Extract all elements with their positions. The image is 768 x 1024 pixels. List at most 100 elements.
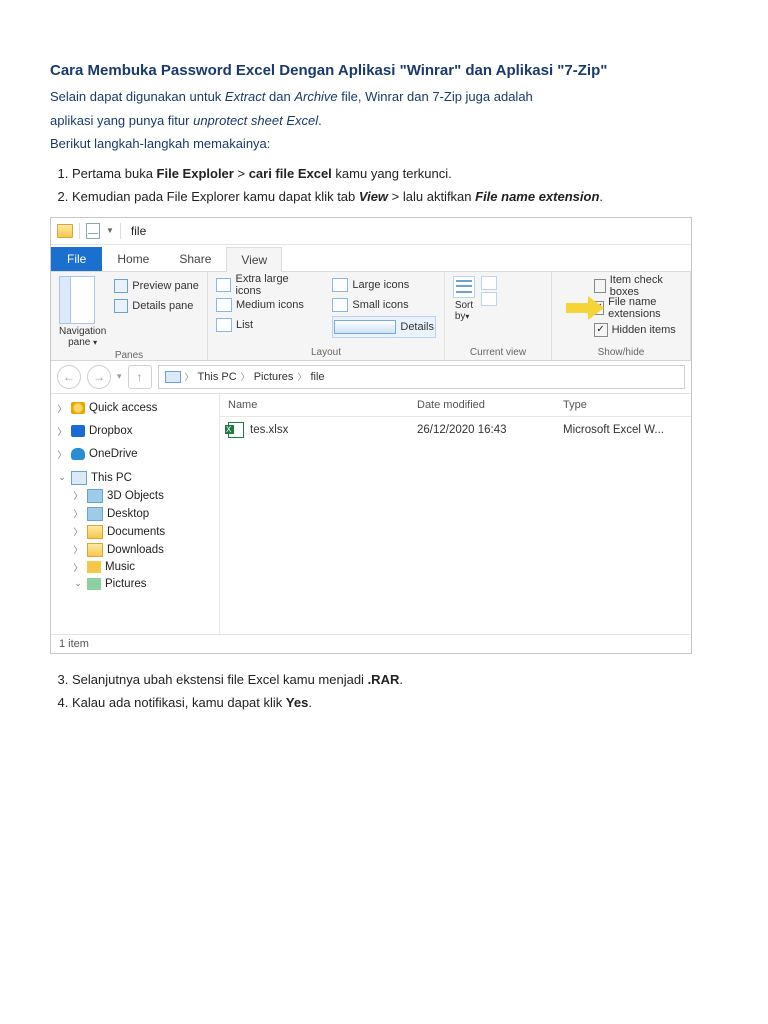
- qat-separator: [120, 223, 121, 239]
- step-text: Selanjutnya ubah ekstensi file Excel kam…: [72, 672, 368, 687]
- group-label: Panes: [59, 350, 199, 361]
- sidebar-item-music[interactable]: 〉Music: [55, 559, 215, 576]
- size-columns-icon: [481, 292, 497, 306]
- sidebar-item-onedrive[interactable]: 〉OneDrive: [55, 446, 215, 463]
- preview-pane-button[interactable]: Preview pane: [114, 276, 199, 296]
- layout-details[interactable]: Details: [332, 316, 436, 338]
- sidebar-item-label: Quick access: [89, 402, 157, 414]
- sidebar-item-downloads[interactable]: 〉Downloads: [55, 541, 215, 559]
- column-date[interactable]: Date modified: [409, 394, 555, 416]
- layout-small[interactable]: Small icons: [332, 296, 436, 314]
- dropbox-icon: [71, 425, 85, 437]
- intro-italic: unprotect sheet Excel: [193, 113, 318, 128]
- window-titlebar: ▼ file: [51, 218, 691, 245]
- up-button[interactable]: ↑: [128, 365, 152, 389]
- breadcrumb[interactable]: This PC: [198, 371, 237, 383]
- layout-extra-large[interactable]: Extra large icons: [216, 276, 314, 294]
- opt-label: Small icons: [352, 299, 408, 311]
- step-text: .: [308, 695, 312, 710]
- step-text: Kalau ada notifikasi, kamu dapat klik: [72, 695, 286, 710]
- intro-text: Selain dapat digunakan untuk: [50, 89, 225, 104]
- tab-view[interactable]: View: [226, 247, 282, 272]
- intro-line-1: Selain dapat digunakan untuk Extract dan…: [50, 87, 718, 107]
- step-4: Kalau ada notifikasi, kamu dapat klik Ye…: [72, 693, 718, 713]
- layout-icon: [332, 298, 348, 312]
- forward-button[interactable]: →: [87, 365, 111, 389]
- navigation-sidebar: 〉Quick access 〉Dropbox 〉OneDrive ⌄This P…: [51, 394, 220, 634]
- pc-icon: [71, 471, 87, 485]
- sidebar-item-label: Desktop: [107, 508, 149, 520]
- preview-pane-icon: [114, 279, 128, 293]
- layout-icon: [216, 298, 232, 312]
- layout-large[interactable]: Large icons: [332, 276, 436, 294]
- group-label: Layout: [216, 347, 436, 358]
- step-text: kamu yang terkunci.: [332, 166, 452, 181]
- details-pane-icon: [114, 299, 128, 313]
- step-2: Kemudian pada File Explorer kamu dapat k…: [72, 187, 718, 207]
- step-text: .: [599, 189, 603, 204]
- navigation-pane-icon: [59, 276, 95, 324]
- properties-icon[interactable]: [86, 223, 100, 239]
- chevron-right-icon: 〉: [241, 370, 250, 383]
- sidebar-item-this-pc[interactable]: ⌄This PC: [55, 469, 215, 487]
- sidebar-item-pictures[interactable]: ⌄Pictures: [55, 576, 215, 592]
- sidebar-item-label: Dropbox: [89, 425, 132, 437]
- group-label: Show/hide: [560, 347, 682, 358]
- file-list: Name Date modified Type tes.xlsx 26/12/2…: [220, 394, 691, 634]
- column-name[interactable]: Name: [220, 394, 409, 416]
- opt-label: Details: [400, 321, 434, 333]
- hidden-items-toggle[interactable]: Hidden items: [594, 320, 682, 340]
- intro-italic: Archive: [294, 89, 337, 104]
- desktop-icon: [87, 507, 103, 521]
- step-text: >: [234, 166, 249, 181]
- intro-text: file, Winrar dan 7-Zip juga adalah: [338, 89, 533, 104]
- group-layout: Extra large icons Large icons Medium ico…: [208, 272, 445, 360]
- recent-dropdown-icon[interactable]: ▾: [117, 371, 122, 382]
- sort-icon: [453, 276, 475, 298]
- step-bold: File Exploler: [157, 166, 234, 181]
- column-type[interactable]: Type: [555, 394, 691, 416]
- sidebar-item-documents[interactable]: 〉Documents: [55, 523, 215, 541]
- intro-text: .: [318, 113, 322, 128]
- item-checkboxes-toggle[interactable]: Item check boxes: [594, 276, 682, 296]
- sidebar-item-quick-access[interactable]: 〉Quick access: [55, 400, 215, 417]
- star-icon: [71, 402, 85, 414]
- sidebar-item-label: Pictures: [105, 578, 147, 590]
- onedrive-icon: [71, 448, 85, 460]
- step-bold: File name extension: [475, 189, 599, 204]
- intro-line-3: Berikut langkah-langkah memakainya:: [50, 134, 718, 154]
- sidebar-item-label: This PC: [91, 472, 132, 484]
- excel-file-icon: [228, 422, 244, 438]
- qat-dropdown-icon[interactable]: ▼: [106, 226, 114, 235]
- tab-share[interactable]: Share: [164, 246, 226, 271]
- sidebar-item-dropbox[interactable]: 〉Dropbox: [55, 423, 215, 440]
- details-pane-button[interactable]: Details pane: [114, 296, 199, 316]
- column-headers: Name Date modified Type: [220, 394, 691, 417]
- tab-file[interactable]: File: [51, 247, 102, 271]
- tab-home[interactable]: Home: [102, 246, 164, 271]
- layout-medium[interactable]: Medium icons: [216, 296, 314, 314]
- layout-list[interactable]: List: [216, 316, 314, 334]
- group-show-hide: Item check boxes File name extensions Hi…: [552, 272, 691, 360]
- step-1: Pertama buka File Exploler > cari file E…: [72, 164, 718, 184]
- btn-label: Preview pane: [132, 280, 199, 292]
- btn-label: by: [455, 311, 466, 322]
- file-type: Microsoft Excel W...: [555, 419, 691, 441]
- opt-label: Hidden items: [612, 324, 676, 336]
- column-buttons[interactable]: [481, 276, 497, 306]
- folder-icon: [57, 224, 73, 238]
- pictures-icon: [87, 578, 101, 590]
- sidebar-item-3d-objects[interactable]: 〉3D Objects: [55, 487, 215, 505]
- breadcrumb[interactable]: file: [310, 371, 324, 383]
- ribbon-tabs: File Home Share View: [51, 245, 691, 272]
- file-name-extensions-toggle[interactable]: File name extensions: [594, 298, 682, 318]
- breadcrumb[interactable]: Pictures: [254, 371, 294, 383]
- address-bar[interactable]: 〉 This PC 〉 Pictures 〉 file: [158, 365, 685, 389]
- layout-icon: [332, 278, 348, 292]
- file-row[interactable]: tes.xlsx 26/12/2020 16:43 Microsoft Exce…: [220, 417, 691, 443]
- sidebar-item-desktop[interactable]: 〉Desktop: [55, 505, 215, 523]
- sort-by-button[interactable]: Sortby▾: [453, 276, 475, 322]
- navigation-pane-button[interactable]: Navigationpane ▾: [59, 276, 106, 348]
- back-button[interactable]: ←: [57, 365, 81, 389]
- step-bold: cari file Excel: [249, 166, 332, 181]
